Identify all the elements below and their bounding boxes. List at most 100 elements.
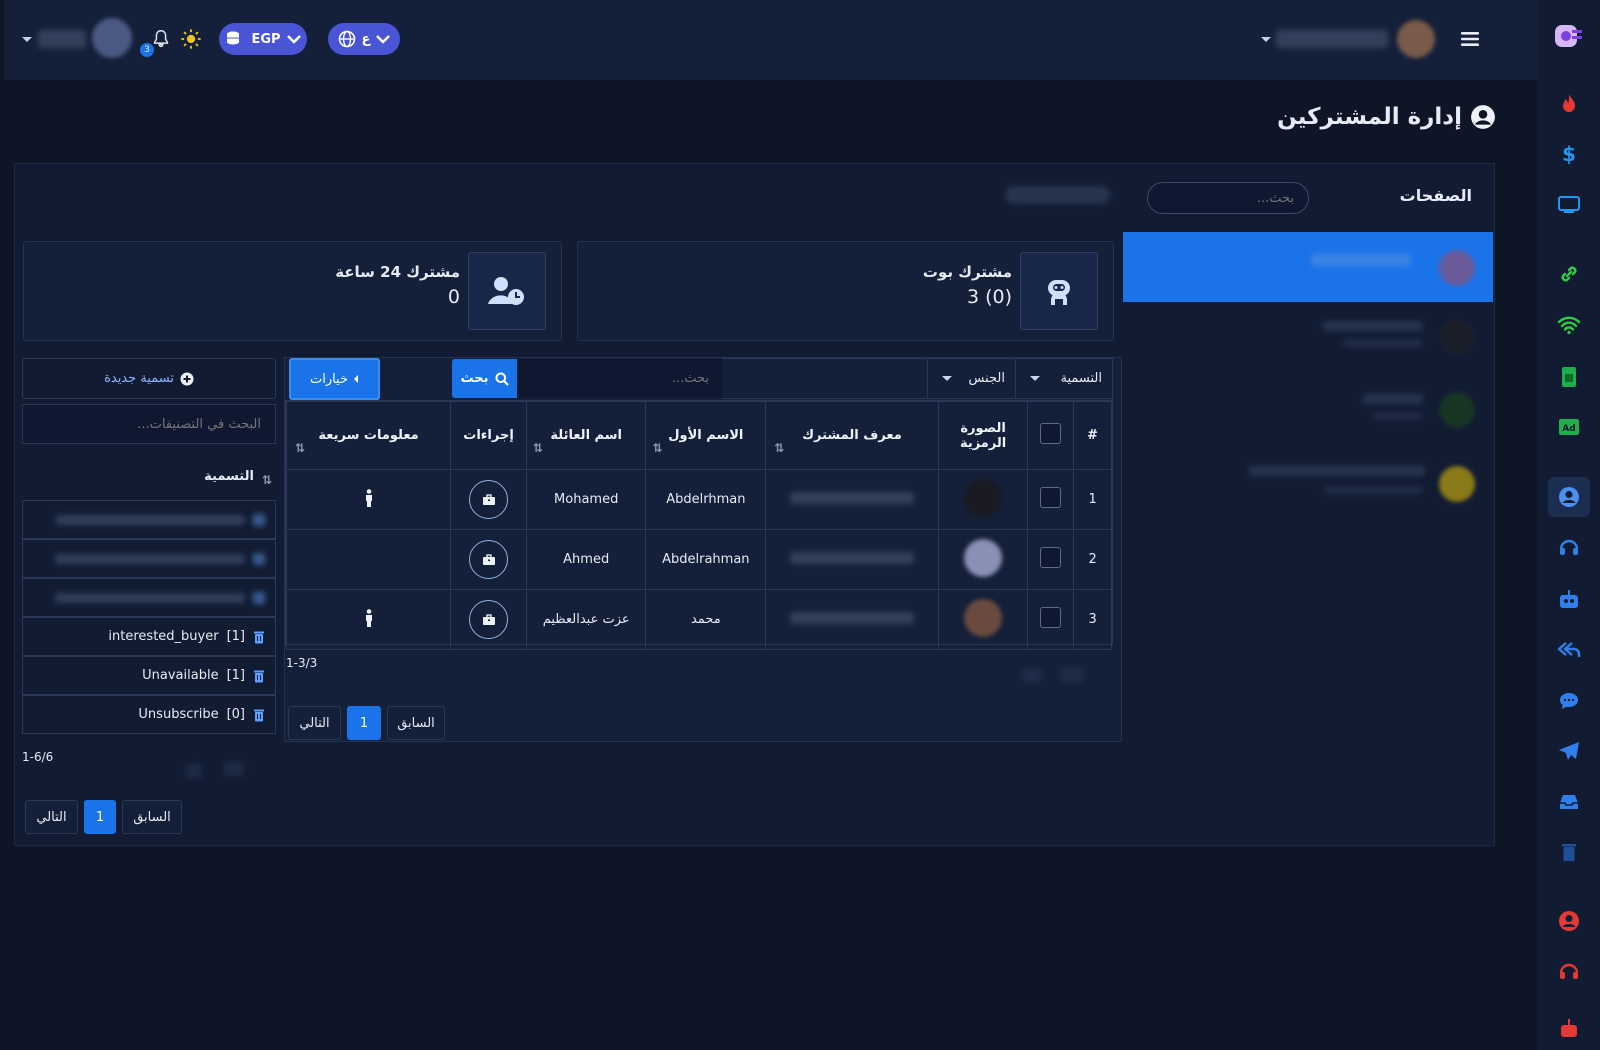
chevron-down-icon: [942, 376, 952, 381]
nav-inbox[interactable]: [1538, 782, 1600, 822]
page-1-button[interactable]: 1: [84, 800, 116, 834]
trash-icon[interactable]: [253, 708, 265, 722]
page-item[interactable]: [1123, 305, 1493, 367]
label-filter-select[interactable]: التسمية: [1015, 358, 1113, 399]
actions-button[interactable]: [469, 600, 509, 639]
nav-screen[interactable]: [1538, 185, 1600, 225]
nav-chat[interactable]: [1538, 681, 1600, 721]
nav-subscribers-active[interactable]: [1548, 477, 1590, 517]
nav-reply[interactable]: [1538, 630, 1600, 670]
labels-pagination: التالي 1 السابق: [25, 800, 182, 834]
page-name-blurred: [1363, 394, 1423, 404]
fire-icon: [1563, 94, 1575, 112]
label-item-blurred[interactable]: [22, 578, 276, 617]
search-button[interactable]: بحث: [452, 359, 517, 398]
label-item[interactable]: Unavailable [1]: [22, 656, 276, 695]
labels-search-input[interactable]: [22, 404, 276, 444]
nav-broadcast[interactable]: [1538, 731, 1600, 771]
hamburger-menu-icon[interactable]: [1460, 29, 1480, 49]
trash-icon[interactable]: [253, 669, 265, 683]
options-button[interactable]: خيارات: [289, 358, 380, 400]
next-page-button[interactable]: التالي: [25, 800, 78, 834]
nav-profile[interactable]: [1538, 901, 1600, 941]
new-label-button[interactable]: تسمية جديدة: [22, 358, 276, 399]
actions-button[interactable]: [469, 480, 509, 519]
chevron-down-icon: [286, 35, 301, 44]
th-avatar[interactable]: الصورة الرمزية: [937, 401, 1029, 470]
nav-support[interactable]: [1538, 528, 1600, 568]
label-name-blurred: [55, 592, 245, 603]
trash-icon[interactable]: [253, 630, 265, 644]
th-first-name[interactable]: الاسم الأول ⇅: [645, 401, 767, 470]
paper-plane-icon: [1559, 742, 1579, 760]
male-icon[interactable]: [364, 608, 374, 627]
subscriber-avatar[interactable]: [964, 538, 1003, 577]
row-checkbox-cell: [1027, 529, 1075, 590]
nav-links[interactable]: [1538, 254, 1600, 294]
pages-search-input[interactable]: [1147, 182, 1309, 214]
row-checkbox[interactable]: [1040, 547, 1062, 568]
th-subscriber-id-label: معرف المشترك: [802, 428, 902, 443]
svg-text:$: $: [1562, 143, 1576, 165]
trash-icon[interactable]: [253, 552, 265, 565]
trash-icon[interactable]: [253, 591, 265, 604]
th-last-name[interactable]: اسم العائلة ⇅: [525, 401, 647, 470]
page-item-selected[interactable]: [1123, 232, 1493, 302]
coins-icon: [227, 31, 240, 45]
prev-page-button[interactable]: السابق: [387, 706, 445, 740]
row-checkbox[interactable]: [1040, 487, 1062, 508]
account-avatar[interactable]: [1397, 20, 1435, 58]
gender-filter-select[interactable]: الجنس: [927, 358, 1016, 399]
th-quick-info[interactable]: معلومات سريعة ⇅: [285, 401, 452, 470]
prev-page-button[interactable]: السابق: [122, 800, 182, 834]
row-avatar-cell: [937, 589, 1029, 650]
account-menu-caret-icon[interactable]: [1261, 37, 1271, 42]
nav-sms[interactable]: [1538, 357, 1600, 397]
currency-selector[interactable]: EGP: [219, 23, 307, 55]
user-avatar[interactable]: [92, 18, 132, 58]
labels-column-header[interactable]: التسمية ⇅: [150, 462, 272, 490]
account-name-blurred[interactable]: [1276, 30, 1388, 48]
label-item-blurred[interactable]: [22, 500, 276, 539]
row-checkbox[interactable]: [1040, 607, 1062, 628]
label-item[interactable]: interested_buyer [1]: [22, 617, 276, 656]
link-icon: [1561, 266, 1577, 282]
user-menu-caret-icon[interactable]: [22, 37, 32, 42]
th-quick-info-label: معلومات سريعة: [318, 428, 419, 443]
page-1-button[interactable]: 1: [347, 706, 381, 740]
male-icon[interactable]: [364, 488, 374, 507]
nav-trash[interactable]: [1538, 832, 1600, 872]
new-label-button-text: تسمية جديدة: [104, 371, 174, 386]
select-all-checkbox[interactable]: [1040, 423, 1062, 444]
subscriber-search-input[interactable]: [517, 359, 723, 398]
icon-sidebar: $ Ad: [1538, 0, 1600, 1050]
nav-robot-red[interactable]: [1538, 1008, 1600, 1048]
trash-icon[interactable]: [253, 513, 265, 526]
nav-fire[interactable]: [1538, 84, 1600, 124]
empty-filter-field[interactable]: [722, 358, 928, 399]
subscriber-avatar[interactable]: [964, 478, 1003, 517]
bell-icon[interactable]: [150, 28, 172, 50]
user-name-blurred[interactable]: [38, 30, 86, 48]
page-item[interactable]: [1123, 378, 1493, 440]
label-item[interactable]: Unsubscribe [0]: [22, 695, 276, 734]
row-quick-info: [285, 529, 452, 590]
monitor-icon: [1558, 196, 1580, 213]
app-logo[interactable]: [1538, 18, 1600, 58]
label-count: [0]: [226, 707, 245, 722]
nav-help[interactable]: [1538, 952, 1600, 992]
sun-icon[interactable]: [180, 28, 202, 50]
actions-button[interactable]: [469, 540, 509, 579]
label-item-blurred[interactable]: [22, 539, 276, 578]
next-page-button[interactable]: التالي: [288, 706, 341, 740]
subscriber-id-blurred: [789, 551, 914, 564]
subscriber-avatar[interactable]: [964, 598, 1003, 637]
nav-wifi[interactable]: [1538, 305, 1600, 345]
nav-bot[interactable]: [1538, 580, 1600, 620]
language-selector[interactable]: ع: [328, 23, 400, 55]
nav-ads[interactable]: Ad: [1538, 407, 1600, 447]
th-subscriber-id[interactable]: معرف المشترك ⇅: [765, 401, 939, 470]
row-last-name: Mohamed: [525, 469, 647, 530]
nav-billing[interactable]: $: [1538, 134, 1600, 174]
page-item[interactable]: [1123, 452, 1493, 514]
